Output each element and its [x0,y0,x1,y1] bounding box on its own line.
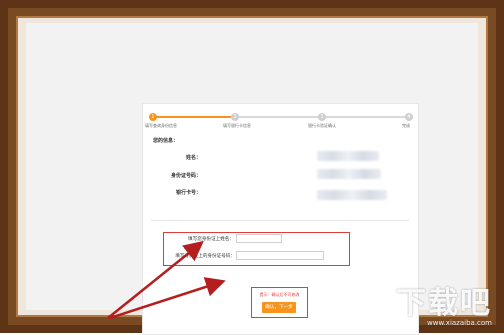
id-row-label: 身份证号码： [170,173,201,179]
step-1-label: 填写查询身份信息 [145,123,177,128]
step-2-label: 填写银行卡信息 [223,123,251,128]
page-canvas: 1 填写查询身份信息 2 填写银行卡信息 3 银行卡验证确认 4 完成 您的信息… [26,23,478,335]
name-input-label: 填写您身份证上姓名： [188,237,234,242]
step-3-label: 银行卡验证确认 [308,123,336,128]
identity-form-highlight: 填写您身份证上姓名： 填写身份证上的身份证号码： [163,232,350,266]
id-number-input[interactable] [236,251,324,260]
name-row-label: 姓名： [185,155,201,161]
watermark-text: 下载吧 [396,286,492,321]
step-4-marker: 4 [405,113,413,121]
info-title: 您的信息： [153,138,179,144]
progress-steps: 1 填写查询身份信息 2 填写银行卡信息 3 银行卡验证确认 4 完成 [143,110,418,130]
step-4-label: 完成 [402,123,410,128]
card-value-blurred [317,190,387,200]
name-value-blurred [317,151,379,161]
id-value-blurred [317,169,381,179]
submit-tip: 提示：确认后不可修改 [259,292,300,297]
verification-card: 1 填写查询身份信息 2 填写银行卡信息 3 银行卡验证确认 4 完成 您的信息… [142,103,419,335]
site-watermark: 下载吧 www.xiazaiba.com [396,286,492,328]
step-connector-done [153,116,235,118]
step-3-marker: 3 [318,113,326,121]
submit-highlight: 提示：确认后不可修改 确认，下一步 [251,287,308,318]
confirm-next-button[interactable]: 确认，下一步 [262,302,296,313]
id-input-label: 填写身份证上的身份证号码： [175,254,235,259]
name-input[interactable] [236,234,282,243]
step-1-marker: 1 [149,113,157,121]
section-divider [151,220,409,221]
card-row-label: 银行卡号： [175,190,201,196]
step-2-marker: 2 [231,113,239,121]
